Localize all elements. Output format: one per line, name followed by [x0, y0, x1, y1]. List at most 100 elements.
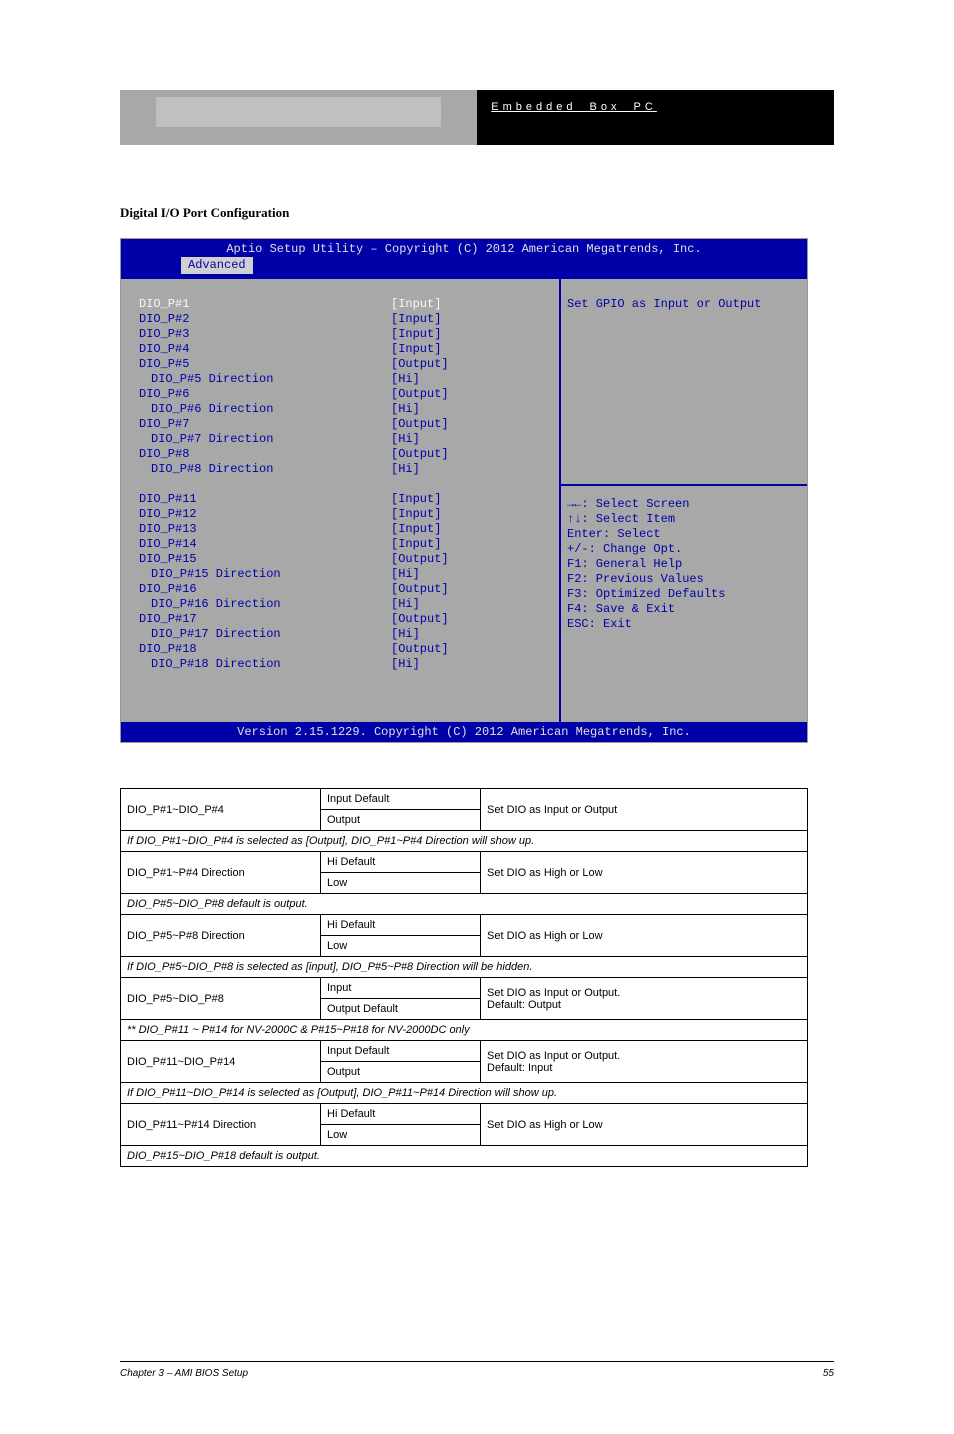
bios-version-footer: Version 2.15.1229. Copyright (C) 2012 Am… — [121, 725, 807, 740]
default-marker: Default — [351, 1045, 389, 1057]
condition-text: DIO_P#15~DIO_P#18 default is output. — [121, 1146, 808, 1167]
header-black-bar — [477, 90, 834, 145]
bios-setting-row[interactable]: DIO_P#2[Input] — [139, 312, 561, 327]
bios-setting-row[interactable]: DIO_P#16[Output] — [139, 582, 561, 597]
bios-setting-row[interactable]: DIO_P#17 Direction [Hi] — [139, 627, 561, 642]
bios-setting-value: [Input] — [391, 297, 441, 312]
option-row: DIO_P#1~DIO_P#4Input DefaultSet DIO as I… — [121, 789, 808, 810]
bios-setting-row[interactable]: DIO_P#8 Direction [Hi] — [139, 462, 561, 477]
bios-setting-label: DIO_P#15 — [139, 552, 197, 567]
bios-setting-row[interactable]: DIO_P#6 Direction[Hi] — [139, 402, 561, 417]
option-name: DIO_P#11~P#14 Direction — [121, 1104, 321, 1146]
bios-setting-value: [Input] — [391, 492, 441, 507]
bios-key-hint: F2: Previous Values — [567, 572, 801, 587]
condition-row: ** DIO_P#11 ~ P#14 for NV-2000C & P#15~P… — [121, 1020, 808, 1041]
option-row: DIO_P#1~P#4 DirectionHi DefaultSet DIO a… — [121, 852, 808, 873]
option-value: Output — [321, 810, 481, 831]
option-description: Set DIO as High or Low — [481, 1104, 808, 1146]
option-value: Hi Default — [321, 1104, 481, 1125]
bios-setting-value: [Input] — [391, 342, 441, 357]
option-description: Set DIO as High or Low — [481, 852, 808, 894]
bios-setting-label: DIO_P#5 — [139, 357, 189, 372]
bios-setting-label: DIO_P#18 Direction — [151, 657, 281, 672]
bios-setting-value: [Input] — [391, 507, 441, 522]
bios-setting-label: DIO_P#8 Direction — [151, 462, 273, 477]
option-value: Input — [321, 978, 481, 999]
bios-setting-row[interactable]: DIO_P#17 [Output] — [139, 612, 561, 627]
bios-screenshot: Aptio Setup Utility – Copyright (C) 2012… — [120, 238, 808, 743]
bios-setting-label: DIO_P#13 — [139, 522, 197, 537]
bios-key-hint: F1: General Help — [567, 557, 801, 572]
bios-key-hint: ESC: Exit — [567, 617, 801, 632]
bios-key-hint: →←: Select Screen — [567, 497, 801, 512]
bios-setting-value: [Hi] — [391, 657, 420, 672]
bios-setting-row[interactable]: DIO_P#16 Direction[Hi] — [139, 597, 561, 612]
bios-setting-row[interactable]: DIO_P#7 Direction [Hi] — [139, 432, 561, 447]
bios-setting-value: [Hi] — [391, 462, 420, 477]
bios-key-hint: F3: Optimized Defaults — [567, 587, 801, 602]
option-row: DIO_P#11~DIO_P#14Input DefaultSet DIO as… — [121, 1041, 808, 1062]
bios-setting-value: [Hi] — [391, 627, 420, 642]
condition-text: If DIO_P#5~DIO_P#8 is selected as [input… — [121, 957, 808, 978]
option-value: Hi Default — [321, 852, 481, 873]
condition-row: If DIO_P#5~DIO_P#8 is selected as [input… — [121, 957, 808, 978]
default-marker: Default — [337, 919, 375, 931]
bios-setting-row[interactable]: DIO_P#18[Output] — [139, 642, 561, 657]
bios-help-text: Set GPIO as Input or Output — [567, 297, 801, 312]
option-name: DIO_P#11~DIO_P#14 — [121, 1041, 321, 1083]
bios-setting-row[interactable]: DIO_P#5 Direction[Hi] — [139, 372, 561, 387]
bios-setting-row[interactable]: DIO_P#7[Output] — [139, 417, 561, 432]
bios-utility-title: Aptio Setup Utility – Copyright (C) 2012… — [121, 242, 807, 257]
bios-setting-row[interactable]: DIO_P#8[Output] — [139, 447, 561, 462]
option-name: DIO_P#5~P#8 Direction — [121, 915, 321, 957]
bios-key-hint: ↑↓: Select Item — [567, 512, 801, 527]
bios-setting-row[interactable]: DIO_P#14[Input] — [139, 537, 561, 552]
option-value: Input Default — [321, 1041, 481, 1062]
option-value: Hi Default — [321, 915, 481, 936]
bios-setting-value: [Output] — [391, 357, 449, 372]
condition-row: If DIO_P#11~DIO_P#14 is selected as [Out… — [121, 1083, 808, 1104]
option-name: DIO_P#1~DIO_P#4 — [121, 789, 321, 831]
bios-setting-value: [Output] — [391, 612, 449, 627]
bios-setting-label: DIO_P#15 Direction — [151, 567, 281, 582]
bios-setting-row[interactable]: DIO_P#11[Input] — [139, 492, 561, 507]
bios-setting-row[interactable]: DIO_P#5 [Output] — [139, 357, 561, 372]
bios-setting-value: [Hi] — [391, 432, 420, 447]
bios-help-pane: Set GPIO as Input or Output →←: Select S… — [559, 279, 807, 722]
bios-setting-row[interactable]: DIO_P#4[Input] — [139, 342, 561, 357]
option-value: Low — [321, 936, 481, 957]
bios-setting-label: DIO_P#7 Direction — [151, 432, 273, 447]
bios-setting-value: [Input] — [391, 522, 441, 537]
condition-text: ** DIO_P#11 ~ P#14 for NV-2000C & P#15~P… — [121, 1020, 808, 1041]
bios-setting-row[interactable]: DIO_P#18 Direction [Hi] — [139, 657, 561, 672]
bios-setting-label: DIO_P#17 — [139, 612, 197, 627]
option-description: Set DIO as Input or Output — [481, 789, 808, 831]
bios-setting-label: DIO_P#17 Direction — [151, 627, 281, 642]
bios-setting-value: [Input] — [391, 327, 441, 342]
condition-text: If DIO_P#1~DIO_P#4 is selected as [Outpu… — [121, 831, 808, 852]
bios-help-separator — [561, 484, 807, 486]
option-description: Set DIO as Input or Output.Default: Inpu… — [481, 1041, 808, 1083]
bios-key-hint: F4: Save & Exit — [567, 602, 801, 617]
bios-tab-advanced[interactable]: Advanced — [181, 257, 253, 274]
bios-setting-row[interactable]: DIO_P#12[Input] — [139, 507, 561, 522]
bios-setting-label: DIO_P#16 Direction — [151, 597, 281, 612]
bios-setting-value: [Output] — [391, 582, 449, 597]
header-grey-inner — [156, 97, 442, 127]
bios-setting-row[interactable]: DIO_P#3[Input] — [139, 327, 561, 342]
footer-chapter: Chapter 3 – AMI BIOS Setup — [120, 1368, 248, 1379]
bios-setting-row[interactable]: DIO_P#1[Input] — [139, 297, 561, 312]
condition-row: If DIO_P#1~DIO_P#4 is selected as [Outpu… — [121, 831, 808, 852]
option-name: DIO_P#5~DIO_P#8 — [121, 978, 321, 1020]
bios-setting-row[interactable]: DIO_P#6[Output] — [139, 387, 561, 402]
bios-setting-value: [Output] — [391, 642, 449, 657]
option-row: DIO_P#5~P#8 DirectionHi DefaultSet DIO a… — [121, 915, 808, 936]
condition-text: If DIO_P#11~DIO_P#14 is selected as [Out… — [121, 1083, 808, 1104]
bios-settings-list[interactable]: DIO_P#1[Input]DIO_P#2[Input]DIO_P#3[Inpu… — [121, 279, 561, 722]
bios-setting-row[interactable]: DIO_P#15[Output] — [139, 552, 561, 567]
bios-setting-row[interactable]: DIO_P#15 Direction[Hi] — [139, 567, 561, 582]
bios-setting-value: [Output] — [391, 447, 449, 462]
bios-body: DIO_P#1[Input]DIO_P#2[Input]DIO_P#3[Inpu… — [121, 277, 807, 724]
bios-setting-row[interactable]: DIO_P#13 [Input] — [139, 522, 561, 537]
option-value: Output — [321, 1062, 481, 1083]
